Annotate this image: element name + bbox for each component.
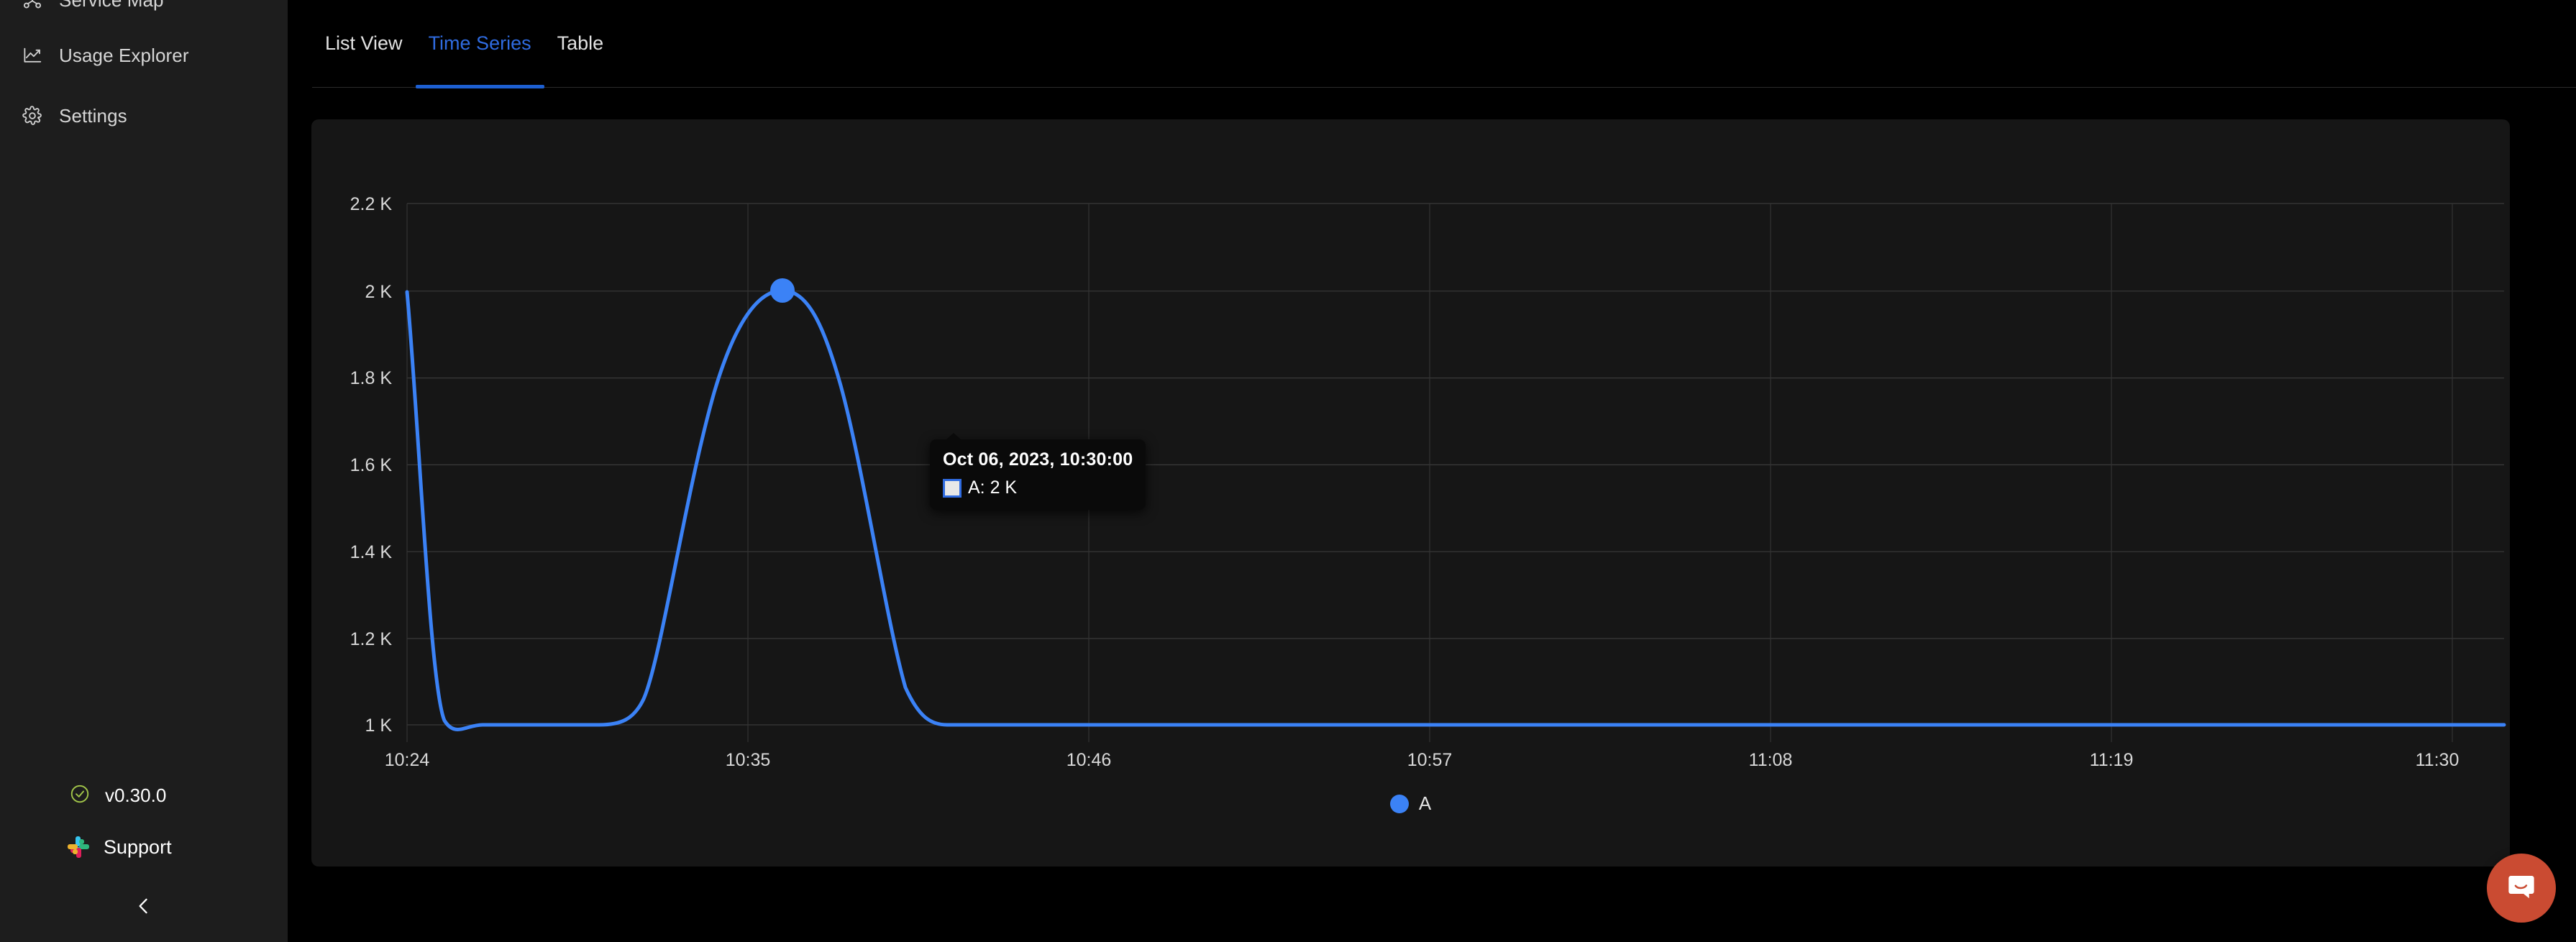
gear-icon — [20, 104, 45, 128]
service-map-icon — [20, 0, 45, 12]
sidebar-item-usage-explorer[interactable]: Usage Explorer — [0, 33, 288, 78]
sidebar-item-label: Service Map — [59, 0, 164, 12]
chart-container[interactable]: 1 K 1.2 K 1.4 K 1.6 K 1.8 K 2 K 2.2 K 10… — [311, 119, 2510, 866]
svg-text:2 K: 2 K — [365, 282, 392, 302]
x-axis-tick-labels: 10:24 10:35 10:46 10:57 11:08 11:19 11:3… — [385, 750, 2459, 770]
time-series-chart[interactable]: 1 K 1.2 K 1.4 K 1.6 K 1.8 K 2 K 2.2 K 10… — [311, 119, 2510, 866]
tab-label: Table — [557, 32, 604, 54]
tooltip-color-swatch — [943, 478, 962, 498]
support-row[interactable]: Support — [0, 821, 288, 873]
time-series-panel: 1 K 1.2 K 1.4 K 1.6 K 1.8 K 2 K 2.2 K 10… — [311, 119, 2510, 866]
svg-text:10:46: 10:46 — [1067, 750, 1112, 770]
legend-color-dot — [1389, 794, 1409, 813]
svg-text:11:19: 11:19 — [2090, 750, 2134, 770]
view-tabs: List View Time Series Table — [312, 0, 2576, 88]
usage-explorer-icon — [20, 43, 45, 68]
version-label: v0.30.0 — [105, 784, 167, 806]
legend-item-label: A — [1418, 792, 1432, 814]
svg-text:1.4 K: 1.4 K — [350, 542, 393, 562]
svg-text:2.2 K: 2.2 K — [350, 194, 393, 214]
sidebar-item-settings[interactable]: Settings — [0, 93, 288, 138]
support-label: Support — [104, 836, 172, 858]
tooltip-series-value: A: 2 K — [968, 477, 1018, 498]
tab-list-view[interactable]: List View — [312, 0, 416, 88]
svg-text:10:24: 10:24 — [385, 750, 430, 770]
tooltip-title: Oct 06, 2023, 10:30:00 — [943, 449, 1133, 470]
svg-text:11:30: 11:30 — [2416, 750, 2459, 770]
svg-text:1 K: 1 K — [365, 715, 392, 736]
svg-text:1.2 K: 1.2 K — [350, 629, 393, 649]
tab-table[interactable]: Table — [544, 0, 617, 88]
svg-text:10:57: 10:57 — [1407, 750, 1453, 770]
intercom-launcher-button[interactable] — [2487, 854, 2556, 923]
slack-icon — [68, 836, 89, 858]
tab-label: Time Series — [428, 32, 531, 54]
sidebar-footer: v0.30.0 Support — [0, 769, 288, 942]
chart-tooltip: Oct 06, 2023, 10:30:00 A: 2 K — [930, 433, 1146, 510]
sidebar-item-service-map[interactable]: Service Map — [0, 0, 288, 17]
sidebar: Service Map Usage Explorer — [0, 0, 288, 942]
highlighted-data-point[interactable] — [770, 278, 795, 303]
version-row: v0.30.0 — [0, 769, 288, 821]
tab-time-series[interactable]: Time Series — [415, 0, 544, 88]
chart-legend[interactable]: A — [311, 792, 2510, 815]
svg-text:11:08: 11:08 — [1749, 750, 1793, 770]
tooltip-series-row: A: 2 K — [943, 477, 1133, 498]
horizontal-gridlines — [407, 203, 2504, 726]
sidebar-item-label: Settings — [59, 104, 127, 127]
vertical-gridlines — [406, 204, 2453, 742]
sidebar-nav: Service Map Usage Explorer — [0, 0, 288, 138]
svg-text:1.6 K: 1.6 K — [350, 455, 393, 475]
chat-bubble-icon — [2505, 870, 2538, 907]
svg-text:1.8 K: 1.8 K — [350, 368, 393, 388]
svg-text:10:35: 10:35 — [726, 750, 771, 770]
chevron-left-icon — [132, 894, 156, 922]
y-axis-tick-labels: 1 K 1.2 K 1.4 K 1.6 K 1.8 K 2 K 2.2 K — [350, 194, 393, 736]
main-content: List View Time Series Table 1 K 1.2 K 1.… — [288, 0, 2576, 942]
check-circle-icon — [69, 783, 91, 808]
series-line-a — [405, 288, 2506, 731]
sidebar-collapse-button[interactable] — [0, 873, 288, 942]
sidebar-item-label: Usage Explorer — [59, 44, 189, 66]
app-root: Service Map Usage Explorer — [0, 0, 2576, 942]
chat-bubble-glyph — [2508, 875, 2534, 898]
tab-label: List View — [325, 32, 403, 54]
